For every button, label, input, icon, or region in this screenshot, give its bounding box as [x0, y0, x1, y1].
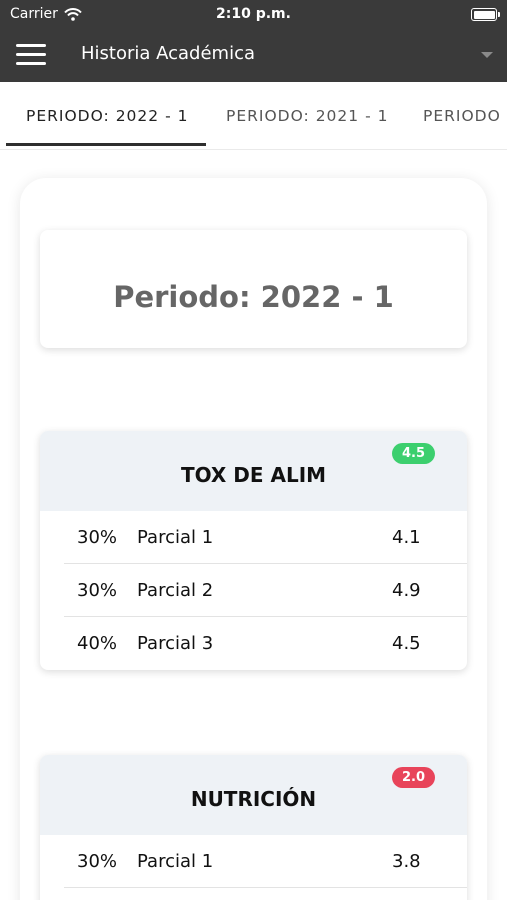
course-name: NUTRICIÓN	[190, 787, 317, 811]
grade-value: 3.8	[392, 851, 421, 872]
status-bar: Carrier 2:10 p.m.	[0, 0, 507, 28]
grade-badge: 2.0	[392, 767, 435, 788]
menu-icon[interactable]	[16, 44, 46, 66]
grade-badge: 4.5	[392, 443, 435, 464]
grade-label: Parcial 1	[137, 527, 214, 548]
period-card: Periodo: 2022 - 1	[40, 230, 467, 348]
course-card: NUTRICIÓN 2.0 30% Parcial 1 3.8	[40, 755, 467, 900]
grade-row: 30% Parcial 1 3.8	[64, 835, 467, 888]
grade-row: 40% Parcial 3 4.5	[64, 617, 467, 670]
grade-row: 30% Parcial 1 4.1	[64, 511, 467, 564]
grade-label: Parcial 3	[137, 633, 214, 654]
period-title: Periodo: 2022 - 1	[113, 280, 394, 314]
active-tab-indicator	[6, 143, 206, 146]
grade-percent: 30%	[77, 851, 118, 872]
grade-row: 30% Parcial 2 4.9	[64, 564, 467, 617]
grade-percent: 30%	[77, 527, 118, 548]
grade-value: 4.1	[392, 527, 421, 548]
battery-icon	[471, 8, 500, 21]
dropdown-arrow-icon[interactable]	[481, 52, 493, 58]
tab-period-2021-1[interactable]: PERIODO: 2021 - 1	[226, 107, 388, 125]
status-time: 2:10 p.m.	[216, 6, 291, 22]
tab-period-next[interactable]: PERIODO	[423, 107, 501, 125]
grade-percent: 40%	[77, 633, 118, 654]
grade-value: 4.9	[392, 580, 421, 601]
grade-label: Parcial 2	[137, 580, 214, 601]
app-bar: Historia Académica	[0, 28, 507, 82]
course-card: TOX DE ALIM 4.5 30% Parcial 1 4.1 30% Pa…	[40, 431, 467, 670]
grade-label: Parcial 1	[137, 851, 214, 872]
course-header: TOX DE ALIM 4.5	[40, 431, 467, 511]
grade-value: 4.5	[392, 633, 421, 654]
app-title: Historia Académica	[81, 43, 256, 64]
tab-period-2022-1[interactable]: PERIODO: 2022 - 1	[26, 107, 188, 125]
period-tabs: PERIODO: 2022 - 1 PERIODO: 2021 - 1 PERI…	[0, 82, 507, 150]
grade-percent: 30%	[77, 580, 118, 601]
course-header: NUTRICIÓN 2.0	[40, 755, 467, 835]
course-name: TOX DE ALIM	[180, 463, 327, 487]
